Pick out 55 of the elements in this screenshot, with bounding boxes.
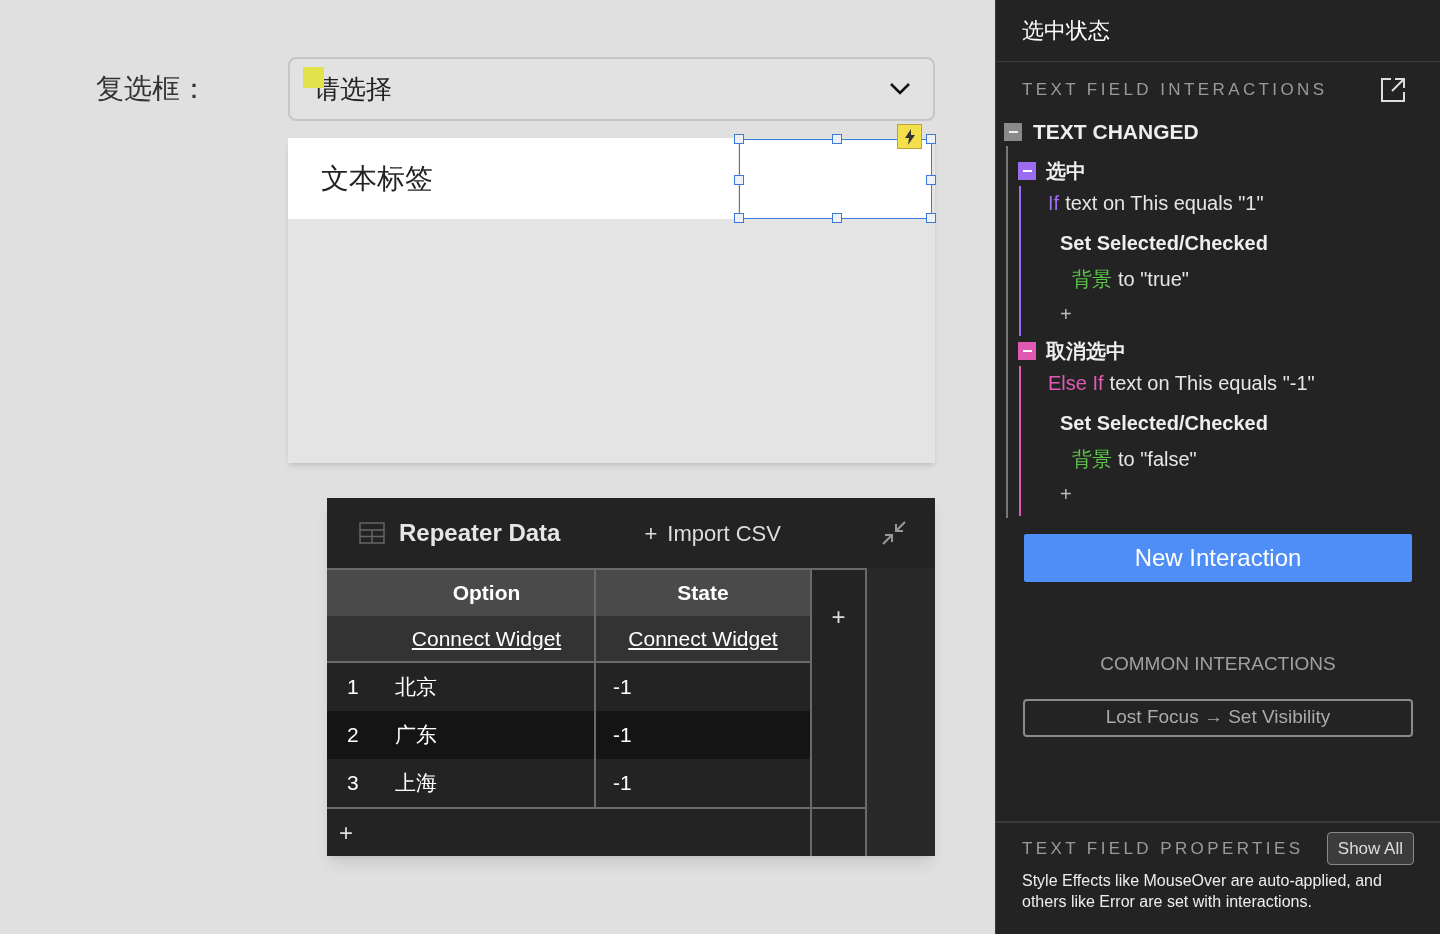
row-number: 2 — [346, 722, 360, 749]
action-detail: 背景 to "true" — [1072, 267, 1190, 292]
add-action-button[interactable]: + — [1060, 484, 1072, 504]
table-row[interactable]: 2 广东 -1 — [327, 711, 810, 759]
collapse-toggle[interactable] — [1004, 123, 1022, 141]
action-name: Set Selected/Checked — [1059, 411, 1269, 436]
table-cell-text: -1 — [613, 722, 632, 749]
panel-title: Repeater Data — [399, 518, 561, 548]
panel-title: 选中状态 — [1022, 17, 1110, 45]
chevron-down-icon — [889, 82, 911, 96]
description-text: Style Effects like MouseOver are auto-applied, and others like Error are set with interactions. — [1022, 871, 1383, 912]
column-header[interactable]: State — [594, 570, 810, 616]
case-toggle[interactable] — [1018, 162, 1036, 180]
column-header[interactable]: Option — [327, 570, 594, 616]
resize-handle[interactable] — [926, 213, 936, 223]
section-heading: TEXT FIELD INTERACTIONS — [1022, 79, 1328, 102]
import-csv-button[interactable]: + Import CSV — [644, 516, 781, 550]
table-cell-text: 北京 — [395, 674, 437, 701]
section-heading: TEXT FIELD PROPERTIES — [1022, 837, 1304, 860]
show-all-button[interactable]: Show All — [1326, 832, 1414, 865]
add-column-button[interactable]: + — [831, 602, 846, 632]
external-link-icon[interactable] — [1380, 77, 1406, 103]
row-number: 3 — [346, 770, 360, 797]
collapse-icon — [881, 520, 907, 546]
table-icon — [359, 522, 385, 544]
common-interaction-button[interactable]: Lost Focus → Set Visibility — [1023, 698, 1413, 737]
row-number: 1 — [346, 674, 360, 701]
case-toggle[interactable] — [1018, 342, 1036, 360]
case-condition: Else If text on This equals "-1" — [1048, 371, 1316, 396]
action-detail: 背景 to "false" — [1072, 447, 1198, 472]
resize-handle[interactable] — [832, 213, 842, 223]
table-cell-text: -1 — [613, 770, 632, 797]
resize-handle[interactable] — [832, 134, 842, 144]
case-condition: If text on This equals "1" — [1048, 191, 1265, 216]
case-name[interactable]: 选中 — [1046, 156, 1086, 186]
action-name: Set Selected/Checked — [1059, 231, 1269, 256]
add-action-button[interactable]: + — [1060, 304, 1072, 324]
field-label: 复选框： — [96, 72, 208, 106]
table-cell-text: 广东 — [395, 722, 437, 749]
section-heading: COMMON INTERACTIONS — [1100, 652, 1336, 676]
list-item: 文本标签 — [288, 138, 738, 219]
lightning-icon — [897, 124, 922, 149]
case-name[interactable]: 取消选中 — [1046, 336, 1126, 366]
text-field[interactable] — [739, 139, 932, 219]
connect-widget-link[interactable]: Connect Widget — [628, 622, 778, 655]
table-cell-text: 上海 — [395, 770, 437, 797]
resize-handle[interactable] — [734, 213, 744, 223]
table-cell-text: -1 — [613, 674, 632, 701]
resize-handle[interactable] — [926, 175, 936, 185]
connect-widget-link[interactable]: Connect Widget — [411, 622, 562, 655]
event-name[interactable]: TEXT CHANGED — [1033, 116, 1199, 148]
resize-handle[interactable] — [734, 175, 744, 185]
add-row-button[interactable]: + — [339, 820, 353, 845]
resize-handle[interactable] — [734, 134, 744, 144]
resize-handle[interactable] — [926, 134, 936, 144]
